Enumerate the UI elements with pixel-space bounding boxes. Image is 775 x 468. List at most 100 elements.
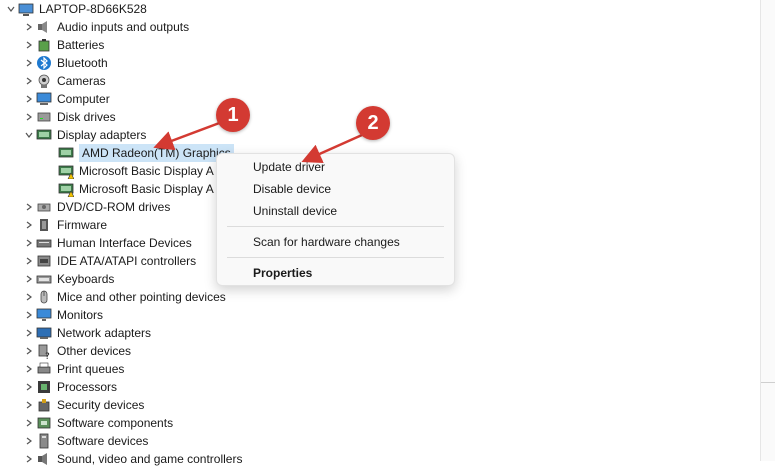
chevron-right-icon[interactable] — [22, 54, 36, 72]
tree-root[interactable]: LAPTOP-8D66K528 — [4, 0, 147, 18]
tree-item-label: Disk drives — [57, 110, 116, 124]
chevron-right-icon[interactable] — [22, 198, 36, 216]
tree-item-label: Bluetooth — [57, 56, 108, 70]
svg-text:?: ? — [45, 352, 50, 359]
tree-child-label: Microsoft Basic Display A — [79, 164, 214, 178]
tree-item-label: Print queues — [57, 362, 125, 376]
chevron-right-icon[interactable] — [22, 360, 36, 378]
chevron-right-icon[interactable] — [22, 342, 36, 360]
display-adapter-warning-icon — [58, 163, 74, 179]
ide-controller-icon — [36, 253, 52, 269]
tree-child-microsoft-basic-display-a[interactable]: Microsoft Basic Display A — [58, 162, 214, 180]
tree-item-network-adapters[interactable]: Network adapters — [22, 324, 151, 342]
tree-item-print-queues[interactable]: Print queues — [22, 360, 124, 378]
tree-item-software-devices[interactable]: Software devices — [22, 432, 148, 450]
security-device-icon — [36, 397, 52, 413]
tree-root-label: LAPTOP-8D66K528 — [39, 2, 147, 16]
tree-item-label: Other devices — [57, 344, 132, 358]
tree-item-label: Software components — [57, 416, 174, 430]
tree-item-label: Human Interface Devices — [57, 236, 192, 250]
chevron-right-icon[interactable] — [22, 396, 36, 414]
tree-item-cameras[interactable]: Cameras — [22, 72, 106, 90]
tree-item-label: Audio inputs and outputs — [57, 20, 190, 34]
mouse-icon — [36, 289, 52, 305]
tree-child-label: AMD Radeon(TM) Graphics — [79, 144, 234, 162]
chevron-right-icon[interactable] — [22, 216, 36, 234]
network-adapter-icon — [36, 325, 52, 341]
chevron-right-icon[interactable] — [22, 324, 36, 342]
sound-controller-icon — [36, 451, 52, 467]
chevron-right-icon[interactable] — [22, 414, 36, 432]
chevron-right-icon[interactable] — [22, 90, 36, 108]
hid-icon — [36, 235, 52, 251]
chevron-right-icon[interactable] — [22, 252, 36, 270]
tree-item-label: Computer — [57, 92, 110, 106]
monitor-icon — [36, 307, 52, 323]
chevron-down-icon[interactable] — [22, 126, 36, 144]
disk-drive-icon — [36, 109, 52, 125]
menu-item-properties[interactable]: Properties — [253, 262, 312, 284]
tree-item-mice-and-other-pointing-devices[interactable]: Mice and other pointing devices — [22, 288, 226, 306]
tree-item-label: IDE ATA/ATAPI controllers — [57, 254, 197, 268]
menu-item-uninstall-device[interactable]: Uninstall device — [253, 200, 337, 222]
root-computer-icon — [18, 1, 34, 17]
tree-item-label: Monitors — [57, 308, 104, 322]
tree-item-security-devices[interactable]: Security devices — [22, 396, 144, 414]
callout-badge-1: 1 — [216, 98, 250, 132]
printer-icon — [36, 361, 52, 377]
tree-item-sound-video-and-game-controllers[interactable]: Sound, video and game controllers — [22, 450, 242, 468]
tree-item-display-adapters[interactable]: Display adapters — [22, 126, 146, 144]
tree-item-audio-inputs-and-outputs[interactable]: Audio inputs and outputs — [22, 18, 189, 36]
tree-item-other-devices[interactable]: ? Other devices — [22, 342, 131, 360]
menu-item-update-driver[interactable]: Update driver — [253, 156, 325, 178]
vertical-scrollbar[interactable] — [760, 0, 775, 461]
display-adapter-warning-icon — [58, 181, 74, 197]
computer-icon — [36, 91, 52, 107]
tree-item-bluetooth[interactable]: Bluetooth — [22, 54, 108, 72]
chevron-right-icon[interactable] — [22, 288, 36, 306]
chevron-right-icon[interactable] — [22, 36, 36, 54]
software-device-icon — [36, 433, 52, 449]
tree-item-human-interface-devices[interactable]: Human Interface Devices — [22, 234, 192, 252]
tree-item-ide-ata-atapi-controllers[interactable]: IDE ATA/ATAPI controllers — [22, 252, 196, 270]
chevron-right-icon[interactable] — [22, 378, 36, 396]
chevron-right-icon[interactable] — [22, 306, 36, 324]
tree-item-batteries[interactable]: Batteries — [22, 36, 104, 54]
tree-child-label: Microsoft Basic Display A — [79, 182, 214, 196]
tree-item-monitors[interactable]: Monitors — [22, 306, 103, 324]
chevron-right-icon[interactable] — [22, 450, 36, 468]
tree-item-label: Display adapters — [57, 128, 147, 142]
chevron-right-icon[interactable] — [22, 18, 36, 36]
tree-item-software-components[interactable]: Software components — [22, 414, 173, 432]
chevron-right-icon[interactable] — [22, 72, 36, 90]
tree-child-amd-radeon-tm-graphics[interactable]: AMD Radeon(TM) Graphics — [58, 144, 234, 162]
tree-item-label: Mice and other pointing devices — [57, 290, 226, 304]
battery-icon — [36, 37, 52, 53]
processor-icon — [36, 379, 52, 395]
tree-item-keyboards[interactable]: Keyboards — [22, 270, 114, 288]
tree-item-dvd-cd-rom-drives[interactable]: DVD/CD-ROM drives — [22, 198, 170, 216]
tree-item-label: DVD/CD-ROM drives — [57, 200, 171, 214]
chevron-right-icon[interactable] — [22, 234, 36, 252]
chevron-right-icon[interactable] — [22, 270, 36, 288]
speaker-icon — [36, 19, 52, 35]
chevron-right-icon[interactable] — [22, 432, 36, 450]
scrollbar-divider — [761, 382, 775, 383]
tree-item-label: Firmware — [57, 218, 107, 232]
tree-child-microsoft-basic-display-a[interactable]: Microsoft Basic Display A — [58, 180, 214, 198]
tree-item-processors[interactable]: Processors — [22, 378, 117, 396]
chevron-down-icon[interactable] — [4, 0, 18, 18]
menu-item-disable-device[interactable]: Disable device — [253, 178, 331, 200]
tree-item-label: Processors — [57, 380, 118, 394]
tree-item-label: Batteries — [57, 38, 105, 52]
tree-item-label: Network adapters — [57, 326, 152, 340]
chevron-right-icon[interactable] — [22, 108, 36, 126]
tree-item-computer[interactable]: Computer — [22, 90, 110, 108]
callout-badge-2: 2 — [356, 106, 390, 140]
display-adapter-icon — [58, 145, 74, 161]
tree-item-label: Software devices — [57, 434, 149, 448]
dvd-drive-icon — [36, 199, 52, 215]
tree-item-disk-drives[interactable]: Disk drives — [22, 108, 116, 126]
tree-item-firmware[interactable]: Firmware — [22, 216, 107, 234]
menu-item-scan-hardware[interactable]: Scan for hardware changes — [253, 231, 400, 253]
